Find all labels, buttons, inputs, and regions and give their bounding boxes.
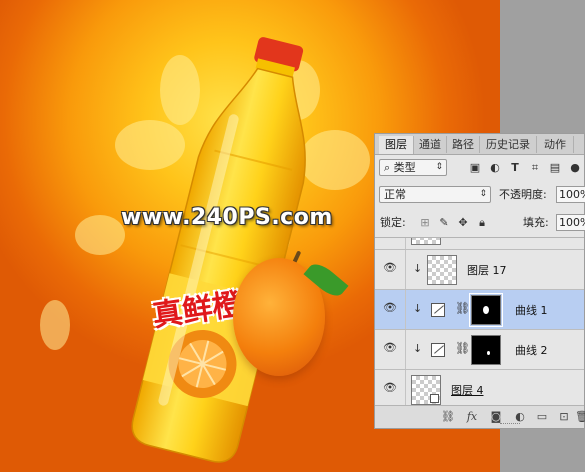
link-icon[interactable]: ⛓︎ [441,410,455,424]
adjustment-filter-icon[interactable]: ◐ [489,162,501,174]
clip-arrow-icon: ↓ [413,262,423,275]
layer-name: 图层 17 [467,264,507,277]
lock-label: 锁定: [380,216,406,229]
lock-pixels-icon[interactable]: ✎ [438,217,450,229]
eye-icon[interactable]: 👁︎ [383,342,397,353]
layer-name: 曲线 1 [515,304,548,317]
curves-adjustment-icon[interactable] [431,343,445,357]
layer-row[interactable]: 👁︎ 图层 4 [375,370,584,408]
blend-mode-select[interactable]: 正常 ⇕ [379,186,491,203]
smart-object-filter-icon[interactable]: ▤ [549,162,561,174]
folder-icon[interactable]: ▭ [535,410,549,424]
resize-grip[interactable] [500,423,520,426]
blend-mode-value: 正常 [384,188,406,201]
tab-paths[interactable]: 路径 [447,136,480,153]
visibility-column [375,238,406,249]
layer-thumbnail [411,238,441,245]
clip-arrow-icon: ↓ [413,302,423,315]
curves-adjustment-icon[interactable] [431,303,445,317]
updown-icon: ⇕ [435,162,443,172]
tab-channels[interactable]: 通道 [414,136,447,153]
eye-icon[interactable]: 👁︎ [383,262,397,273]
layers-list: 👁︎ ↓ 图层 17 👁︎ ↓ ⛓︎ 曲线 1 👁︎ ↓ ⛓︎ 曲线 2 👁︎ … [375,237,584,408]
filter-row: ⌕ 类型 ⇕ ▣ ◐ T ⌗ ▤ ● [375,159,584,177]
panel-tabs: 图层 通道 路径 历史记录 动作 [375,134,584,155]
tab-actions[interactable]: 动作 [537,136,574,153]
opacity-label: 不透明度: [499,188,547,201]
fill-input[interactable]: 100% [556,214,585,231]
visibility-column: 👁︎ [375,330,406,369]
visibility-column: 👁︎ [375,290,406,329]
new-layer-icon[interactable]: ⊡ [557,410,571,424]
panel-bottom-bar: ⛓︎ fx ◙ ◐ ▭ ⊡ 🗑︎ [375,405,585,428]
layer-mask-thumbnail[interactable] [469,293,503,327]
smart-object-badge-icon [430,394,439,403]
layer-thumbnail [427,255,457,285]
eye-icon[interactable]: 👁︎ [383,302,397,313]
shape-filter-icon[interactable]: ⌗ [529,162,541,174]
visibility-column: 👁︎ [375,370,406,408]
type-filter-icon[interactable]: T [509,162,521,174]
trash-icon[interactable]: 🗑︎ [575,410,585,424]
mask-shape [487,351,490,355]
fill-label: 填充: [523,216,549,229]
layer-name: 曲线 2 [515,344,548,357]
lock-transparent-icon[interactable]: ⊞ [419,217,431,229]
lock-all-icon[interactable]: 🔒︎ [476,217,488,229]
watermark-text: www.240PS.com [121,205,333,230]
chain-link-icon[interactable]: ⛓︎ [455,341,470,355]
layer-mask-thumbnail[interactable] [471,335,501,365]
mask-shape [483,306,489,314]
tab-layers[interactable]: 图层 [379,136,414,154]
lock-row: 锁定: ⊞ ✎ ✥ 🔒︎ 填充: 100% [375,214,585,232]
mask-icon[interactable]: ◙ [489,410,503,424]
layer-thumbnail [411,375,441,405]
opacity-input[interactable]: 100% [556,186,585,203]
filter-kind-label: 类型 [393,161,416,174]
layers-panel: 图层 通道 路径 历史记录 动作 ⌕ 类型 ⇕ ▣ ◐ T ⌗ ▤ ● 正常 ⇕… [374,133,585,429]
tab-history[interactable]: 历史记录 [480,136,537,153]
visibility-column: 👁︎ [375,250,406,289]
fx-icon[interactable]: fx [465,410,479,424]
layer-row-partial[interactable] [375,238,584,250]
layer-row[interactable]: 👁︎ ↓ ⛓︎ 曲线 1 [375,290,584,330]
eye-icon[interactable]: 👁︎ [383,382,397,393]
adjustment-icon[interactable]: ◐ [513,410,527,424]
pixel-filter-icon[interactable]: ▣ [469,162,481,174]
filter-kind-select[interactable]: ⌕ 类型 ⇕ [379,159,447,176]
updown-icon: ⇕ [479,189,487,199]
layer-name: 图层 4 [451,384,484,397]
clip-arrow-icon: ↓ [413,342,423,355]
blend-row: 正常 ⇕ 不透明度: 100% [375,186,585,204]
filter-toggle-icon[interactable]: ● [569,162,581,174]
layer-row[interactable]: 👁︎ ↓ ⛓︎ 曲线 2 [375,330,584,370]
layer-row[interactable]: 👁︎ ↓ 图层 17 [375,250,584,290]
lock-position-icon[interactable]: ✥ [457,217,469,229]
search-icon: ⌕ [384,161,394,174]
chain-link-icon[interactable]: ⛓︎ [455,301,470,315]
